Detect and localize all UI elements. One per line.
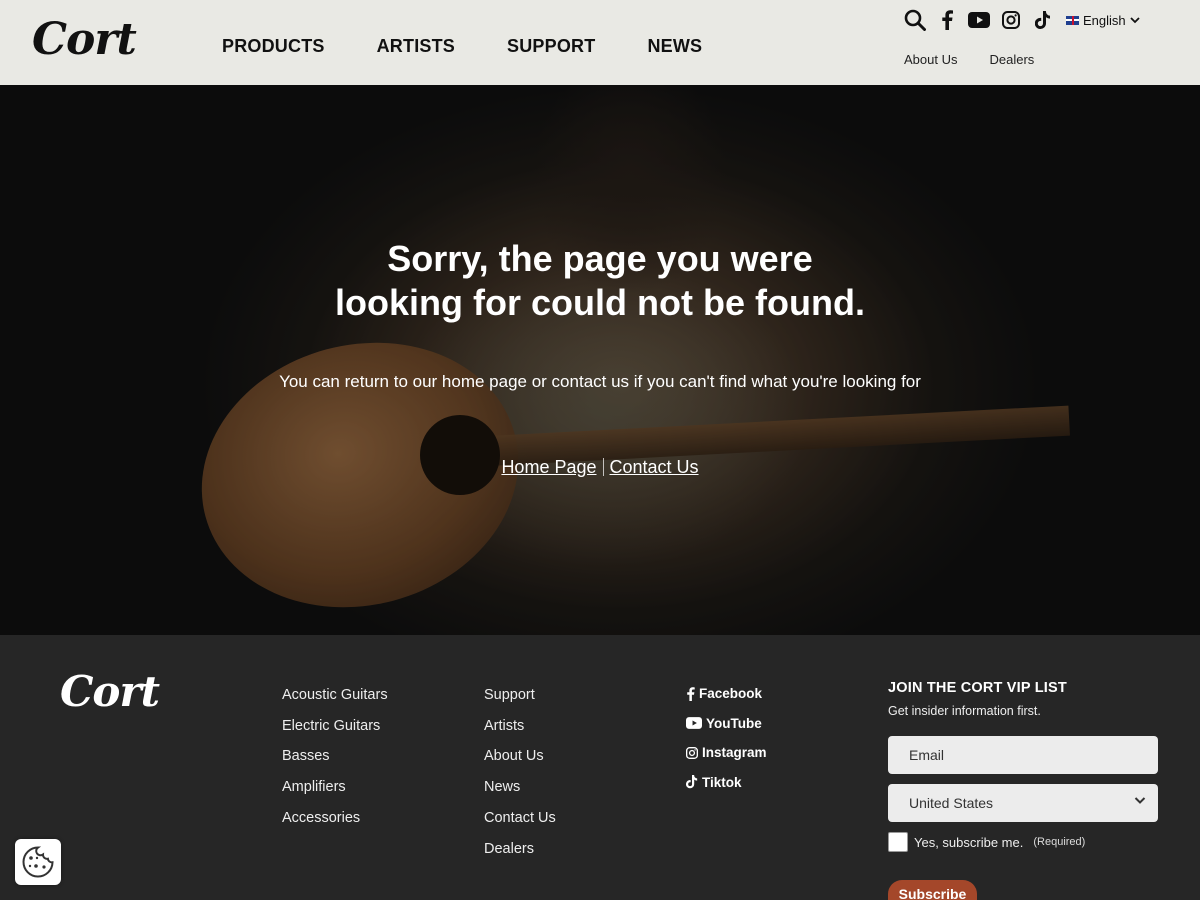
error-title-line-1: Sorry, the page you were xyxy=(387,238,813,279)
nav-support[interactable]: SUPPORT xyxy=(507,36,595,57)
social-link-facebook[interactable]: Facebook xyxy=(686,679,767,709)
vip-signup-form: JOIN THE CORT VIP LIST Get insider infor… xyxy=(888,680,1158,852)
nav-products[interactable]: PRODUCTS xyxy=(222,36,325,57)
footer-link-contact-us: Contact Us xyxy=(484,803,556,834)
error-hero: Sorry, the page you were looking for cou… xyxy=(0,85,1200,635)
nav-about-us[interactable]: About Us xyxy=(904,52,957,67)
social-link-youtube[interactable]: YouTube xyxy=(686,709,767,739)
chevron-down-icon xyxy=(1130,17,1140,24)
footer-products-list: Acoustic Guitars Electric Guitars Basses… xyxy=(282,680,388,834)
vip-subtitle: Get insider information first. xyxy=(888,704,1041,718)
subscribe-checkbox-label: Yes, subscribe me. xyxy=(914,834,1024,850)
header-utilities: English xyxy=(904,8,1140,32)
social-label: Facebook xyxy=(699,686,763,702)
youtube-icon[interactable] xyxy=(968,9,990,31)
footer-link-news: News xyxy=(484,772,556,803)
error-title: Sorry, the page you were looking for cou… xyxy=(0,237,1200,325)
social-label: YouTube xyxy=(706,715,762,731)
tiktok-icon xyxy=(686,775,698,789)
cookie-icon xyxy=(22,846,54,878)
social-link-tiktok[interactable]: Tiktok xyxy=(686,768,767,798)
chevron-down-icon xyxy=(1134,797,1146,804)
instagram-icon xyxy=(686,746,698,759)
facebook-icon[interactable] xyxy=(936,9,958,31)
footer-link[interactable]: Contact Us xyxy=(484,810,556,826)
contact-us-link[interactable]: Contact Us xyxy=(610,457,699,477)
tiktok-icon[interactable] xyxy=(1032,9,1054,31)
nav-artists[interactable]: ARTISTS xyxy=(377,36,455,57)
footer-link-electric-guitars: Electric Guitars xyxy=(282,711,388,742)
footer-link-accessories: Accessories xyxy=(282,803,388,834)
footer-link[interactable]: Dealers xyxy=(484,841,534,857)
footer-link-basses: Basses xyxy=(282,741,388,772)
youtube-icon xyxy=(686,717,702,730)
main-nav: PRODUCTS ARTISTS SUPPORT NEWS xyxy=(222,36,702,57)
country-select[interactable]: United States xyxy=(888,784,1158,822)
email-field[interactable]: Email xyxy=(888,736,1158,774)
footer-link[interactable]: Amplifiers xyxy=(282,779,346,795)
footer-link-artists: Artists xyxy=(484,711,556,742)
utility-nav: About Us Dealers xyxy=(904,52,1034,67)
social-label: Tiktok xyxy=(702,774,742,790)
footer-link[interactable]: Electric Guitars xyxy=(282,718,380,734)
site-footer: Cort Acoustic Guitars Electric Guitars B… xyxy=(0,635,1200,900)
cort-logo[interactable]: Cort xyxy=(32,18,137,62)
subscribe-button[interactable]: Subscribe xyxy=(888,880,977,900)
language-selector[interactable]: English xyxy=(1066,13,1140,28)
footer-cort-logo[interactable]: Cort xyxy=(60,671,160,713)
uk-flag-icon xyxy=(1066,15,1079,25)
link-divider xyxy=(602,458,604,476)
vip-title: JOIN THE CORT VIP LIST xyxy=(888,680,1067,696)
search-icon[interactable] xyxy=(904,9,926,31)
email-placeholder: Email xyxy=(909,747,945,763)
error-title-line-2: looking for could not be found. xyxy=(335,282,865,323)
footer-link-support: Support xyxy=(484,680,556,711)
social-link-instagram[interactable]: Instagram xyxy=(686,738,767,768)
footer-link[interactable]: News xyxy=(484,779,520,795)
subscribe-checkbox[interactable] xyxy=(888,832,908,852)
language-label: English xyxy=(1083,12,1126,28)
footer-link-dealers: Dealers xyxy=(484,834,556,865)
footer-company-list: Support Artists About Us News Contact Us… xyxy=(484,680,556,864)
error-links: Home Page Contact Us xyxy=(0,457,1200,478)
footer-link[interactable]: Artists xyxy=(484,718,524,734)
cookie-settings-button[interactable] xyxy=(15,839,61,885)
subscribe-consent: Yes, subscribe me. (Required) xyxy=(888,832,1158,852)
footer-link-about-us: About Us xyxy=(484,741,556,772)
facebook-icon xyxy=(687,686,695,701)
required-note: (Required) xyxy=(1033,836,1086,848)
site-header: Cort PRODUCTS ARTISTS SUPPORT NEWS Engli… xyxy=(0,0,1200,85)
country-value: United States xyxy=(909,795,994,811)
footer-link-acoustic-guitars: Acoustic Guitars xyxy=(282,680,388,711)
footer-link[interactable]: About Us xyxy=(484,748,544,764)
home-page-link[interactable]: Home Page xyxy=(501,457,596,477)
footer-social-list: Facebook YouTube Instagram Tiktok xyxy=(686,679,767,797)
footer-link[interactable]: Acoustic Guitars xyxy=(282,687,388,703)
nav-news[interactable]: NEWS xyxy=(647,36,702,57)
footer-link[interactable]: Support xyxy=(484,687,535,703)
social-label: Instagram xyxy=(702,745,767,761)
error-message: You can return to our home page or conta… xyxy=(279,372,921,391)
footer-link[interactable]: Accessories xyxy=(282,810,360,826)
instagram-icon[interactable] xyxy=(1000,9,1022,31)
nav-dealers[interactable]: Dealers xyxy=(989,52,1034,67)
footer-link-amplifiers: Amplifiers xyxy=(282,772,388,803)
footer-link[interactable]: Basses xyxy=(282,748,330,764)
hero-overlay xyxy=(0,85,1200,635)
